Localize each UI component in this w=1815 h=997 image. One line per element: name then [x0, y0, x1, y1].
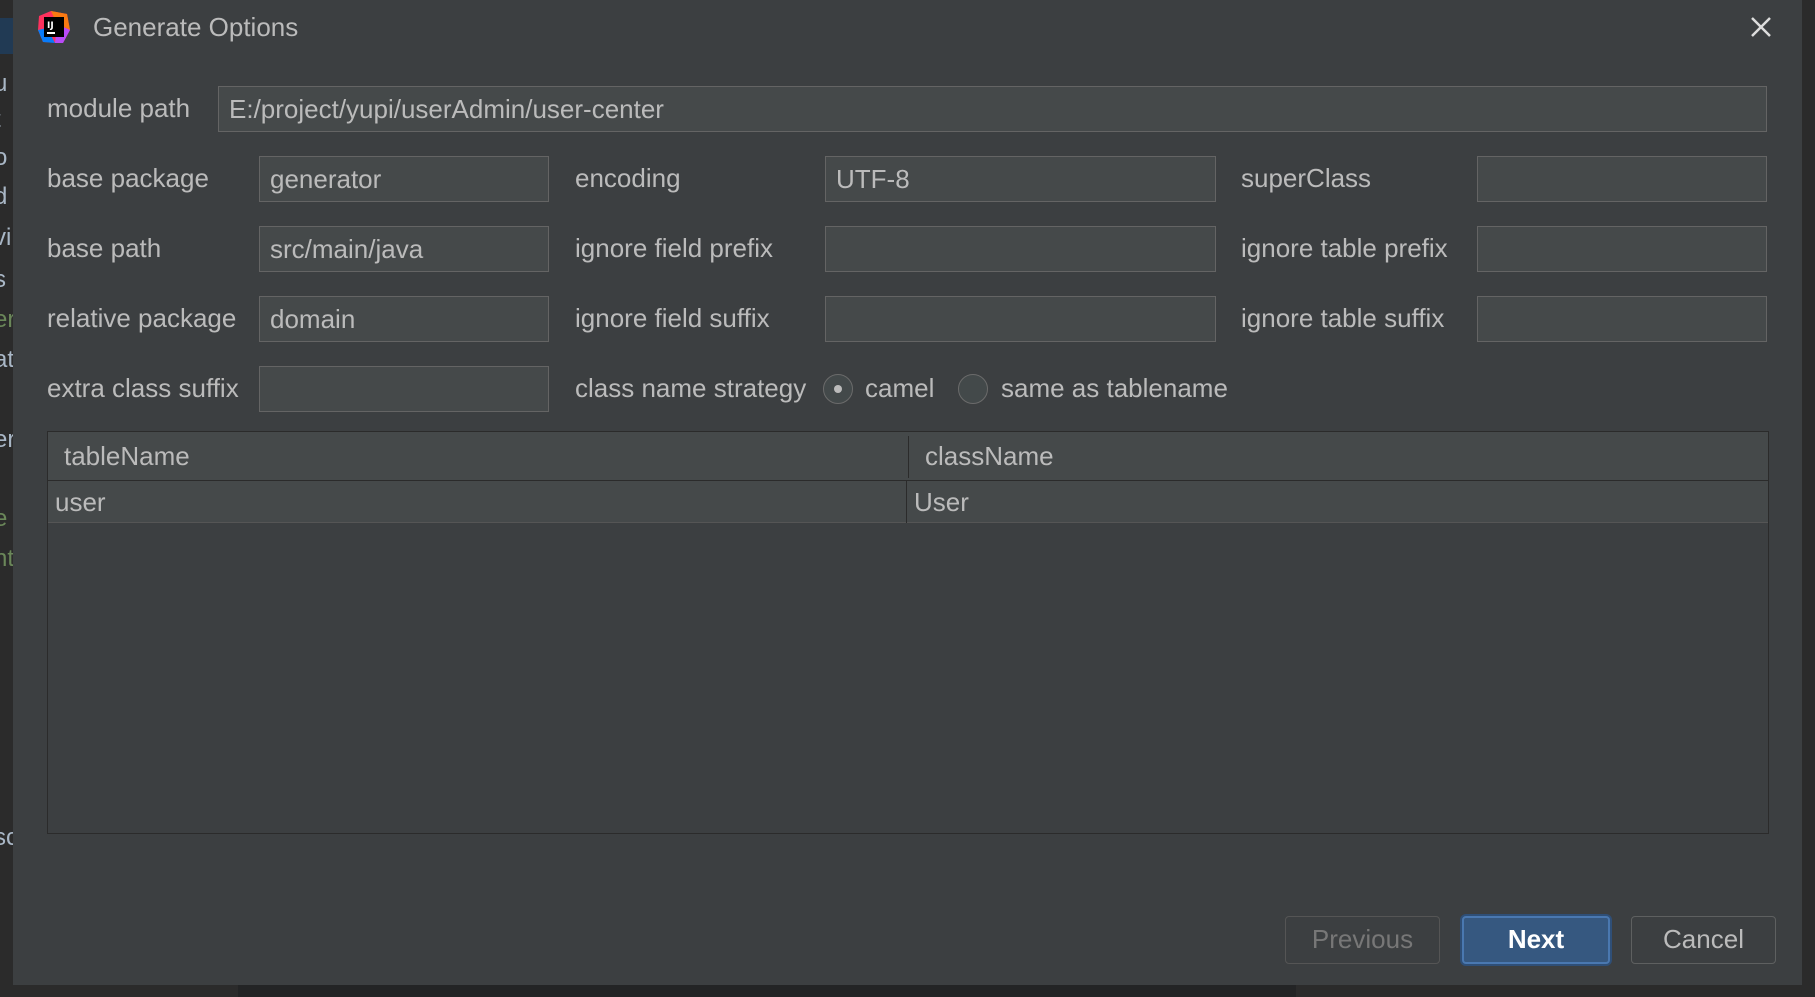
ignore-field-prefix-label: ignore field prefix — [575, 233, 773, 263]
generate-options-dialog: IJ Generate Options module path base pac… — [13, 0, 1803, 985]
background-code-fragment: d — [0, 183, 8, 210]
dialog-titlebar[interactable]: IJ Generate Options — [13, 0, 1802, 54]
relative-package-label: relative package — [47, 303, 237, 333]
extra-class-suffix-input[interactable] — [259, 366, 549, 412]
dialog-title: Generate Options — [93, 12, 299, 42]
base-package-label: base package — [47, 163, 209, 193]
intellij-app-icon: IJ — [38, 11, 70, 43]
background-code-fragment: er — [0, 426, 14, 453]
radio-selected-dot — [834, 385, 842, 393]
encoding-input[interactable] — [825, 156, 1216, 202]
cancel-button[interactable]: Cancel — [1631, 916, 1776, 964]
background-editor-tab — [0, 18, 14, 54]
cell-classname[interactable]: User — [907, 481, 1767, 523]
ignore-table-suffix-input[interactable] — [1477, 296, 1767, 342]
background-code-fragment: t — [0, 106, 14, 134]
close-icon[interactable] — [1746, 12, 1776, 42]
background-code-fragment: er — [0, 306, 14, 333]
base-package-input[interactable] — [259, 156, 549, 202]
camel-radio[interactable] — [823, 374, 853, 404]
same-as-tablename-radio-label[interactable]: same as tablename — [1001, 373, 1228, 403]
base-path-label: base path — [47, 233, 162, 263]
superclass-label: superClass — [1241, 163, 1372, 193]
base-path-input[interactable] — [259, 226, 549, 272]
cell-tablename[interactable]: user — [48, 481, 906, 523]
next-button[interactable]: Next — [1462, 916, 1610, 964]
table-class-mapping: tableName className user User — [47, 431, 1769, 834]
background-code-fragment: vi — [0, 224, 12, 251]
column-header-tablename[interactable]: tableName — [48, 432, 908, 480]
ignore-table-prefix-input[interactable] — [1477, 226, 1767, 272]
ignore-table-prefix-label: ignore table prefix — [1241, 233, 1448, 263]
background-code-fragment: u — [0, 70, 8, 97]
previous-button[interactable]: Previous — [1285, 916, 1440, 964]
background-code-fragment: sc — [0, 824, 14, 851]
background-code-fragment: e — [0, 505, 8, 532]
svg-text:IJ: IJ — [47, 21, 54, 31]
background-code-fragment: s — [0, 266, 6, 293]
class-name-strategy-label: class name strategy — [575, 373, 807, 403]
module-path-label: module path — [47, 93, 191, 123]
encoding-label: encoding — [575, 163, 681, 193]
ignore-field-suffix-input[interactable] — [825, 296, 1216, 342]
ignore-table-suffix-label: ignore table suffix — [1241, 303, 1445, 333]
relative-package-input[interactable] — [259, 296, 549, 342]
ignore-field-suffix-label: ignore field suffix — [575, 303, 770, 333]
ignore-field-prefix-input[interactable] — [825, 226, 1216, 272]
module-path-input[interactable] — [218, 86, 1767, 132]
superclass-input[interactable] — [1477, 156, 1767, 202]
table-row[interactable]: user User — [48, 481, 1768, 523]
camel-radio-label[interactable]: camel — [865, 373, 934, 403]
background-code-fragment: nt — [0, 545, 14, 572]
same-as-tablename-radio[interactable] — [958, 374, 988, 404]
column-header-classname[interactable]: className — [909, 432, 1769, 480]
background-code-fragment: at — [0, 346, 14, 373]
background-code-fragment: o — [0, 144, 8, 171]
table-header: tableName className — [48, 432, 1768, 481]
background-status-bar — [238, 985, 1296, 997]
extra-class-suffix-label: extra class suffix — [47, 373, 239, 403]
